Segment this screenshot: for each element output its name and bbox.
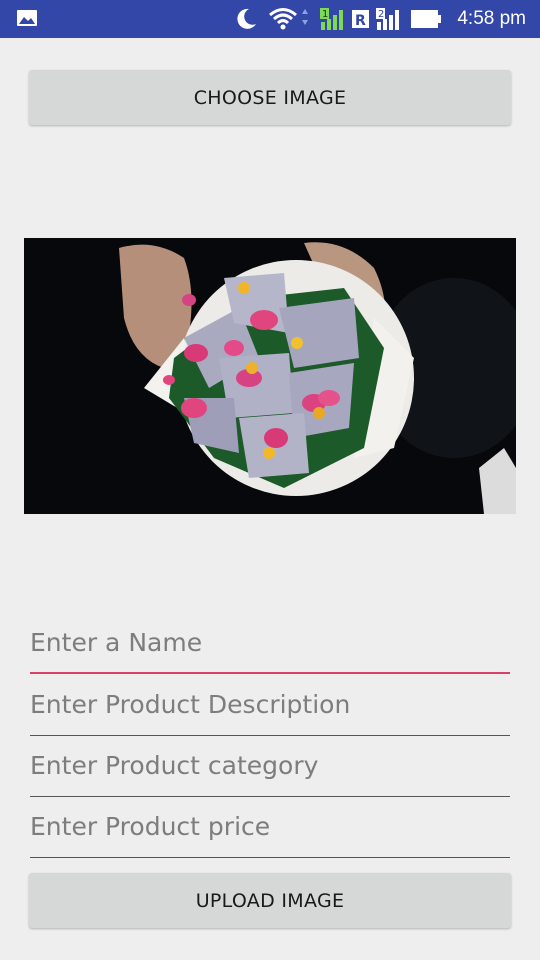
price-underline — [30, 857, 510, 858]
svg-text:2: 2 — [378, 9, 384, 20]
category-underline — [30, 796, 510, 797]
wifi-icon — [268, 6, 312, 36]
price-field-wrapper — [30, 806, 510, 858]
price-input[interactable] — [30, 806, 510, 846]
svg-text:R: R — [355, 13, 366, 29]
signal-2-icon: R 2 — [352, 6, 406, 36]
image-preview — [24, 238, 516, 514]
upload-image-button[interactable]: UPLOAD IMAGE — [29, 873, 511, 928]
description-input[interactable] — [30, 684, 510, 724]
signal-icon: 1 — [318, 6, 348, 36]
status-time: 4:58 pm — [457, 8, 526, 29]
status-bar: 1 R 2 4:58 pm — [0, 0, 540, 38]
category-field-wrapper — [30, 745, 510, 797]
description-field-wrapper — [30, 684, 510, 736]
moon-icon — [232, 6, 258, 36]
gallery-icon — [16, 9, 38, 31]
category-input[interactable] — [30, 745, 510, 785]
svg-text:1: 1 — [322, 9, 328, 20]
battery-icon — [410, 9, 442, 33]
choose-image-button[interactable]: CHOOSE IMAGE — [29, 70, 511, 125]
name-field-wrapper — [30, 622, 510, 674]
name-input[interactable] — [30, 622, 510, 662]
name-underline — [30, 672, 510, 674]
description-underline — [30, 735, 510, 736]
